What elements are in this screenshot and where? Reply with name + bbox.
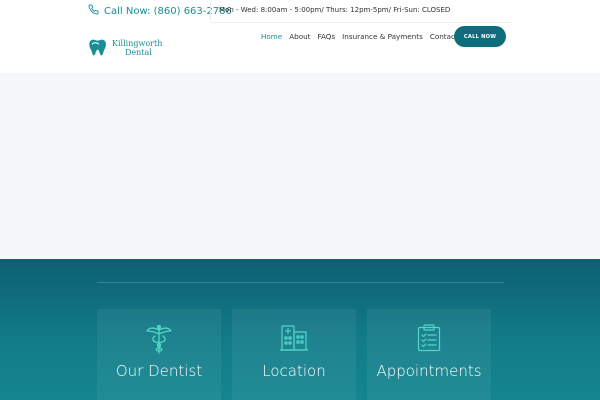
top-bar: Call Now: (860) 663-2786 Mon - Wed: 8:00… <box>0 0 600 22</box>
office-hours: Mon - Wed: 8:00am - 5:00pm/ Thurs: 12pm-… <box>219 6 451 14</box>
logo-line-1: Killingworth <box>112 38 163 48</box>
building-icon <box>280 324 308 352</box>
clipboard-icon <box>417 324 441 352</box>
services-band: Our Dentist Location Appointments <box>0 259 600 400</box>
card-appointments[interactable]: Appointments <box>367 309 491 400</box>
topbar-divider <box>210 2 211 20</box>
phone-icon <box>88 4 99 18</box>
card-title: Appointments <box>376 362 482 380</box>
hero-area <box>0 73 600 259</box>
tooth-logo-icon <box>88 37 109 58</box>
site-logo[interactable]: Killingworth Dental <box>88 37 162 58</box>
nav-about[interactable]: About <box>289 32 310 41</box>
nav-faqs[interactable]: FAQs <box>318 32 336 41</box>
card-title: Location <box>262 362 326 380</box>
logo-wordmark: Killingworth Dental <box>112 39 162 57</box>
header-divider <box>210 22 512 23</box>
call-now-button[interactable]: CALL NOW <box>454 26 506 47</box>
logo-line-2: Dental <box>125 47 152 57</box>
phone-label: Call Now: (860) 663-2786 <box>104 5 232 17</box>
nav-insurance-payments[interactable]: Insurance & Payments <box>342 32 423 41</box>
card-location[interactable]: Location <box>232 309 356 400</box>
services-divider <box>97 282 504 283</box>
main-nav: Home About FAQs Insurance & Payments Con… <box>261 32 458 41</box>
card-title: Our Dentist <box>115 362 203 380</box>
caduceus-icon <box>146 324 172 354</box>
nav-home[interactable]: Home <box>261 32 282 41</box>
card-our-dentist[interactable]: Our Dentist <box>97 309 221 400</box>
